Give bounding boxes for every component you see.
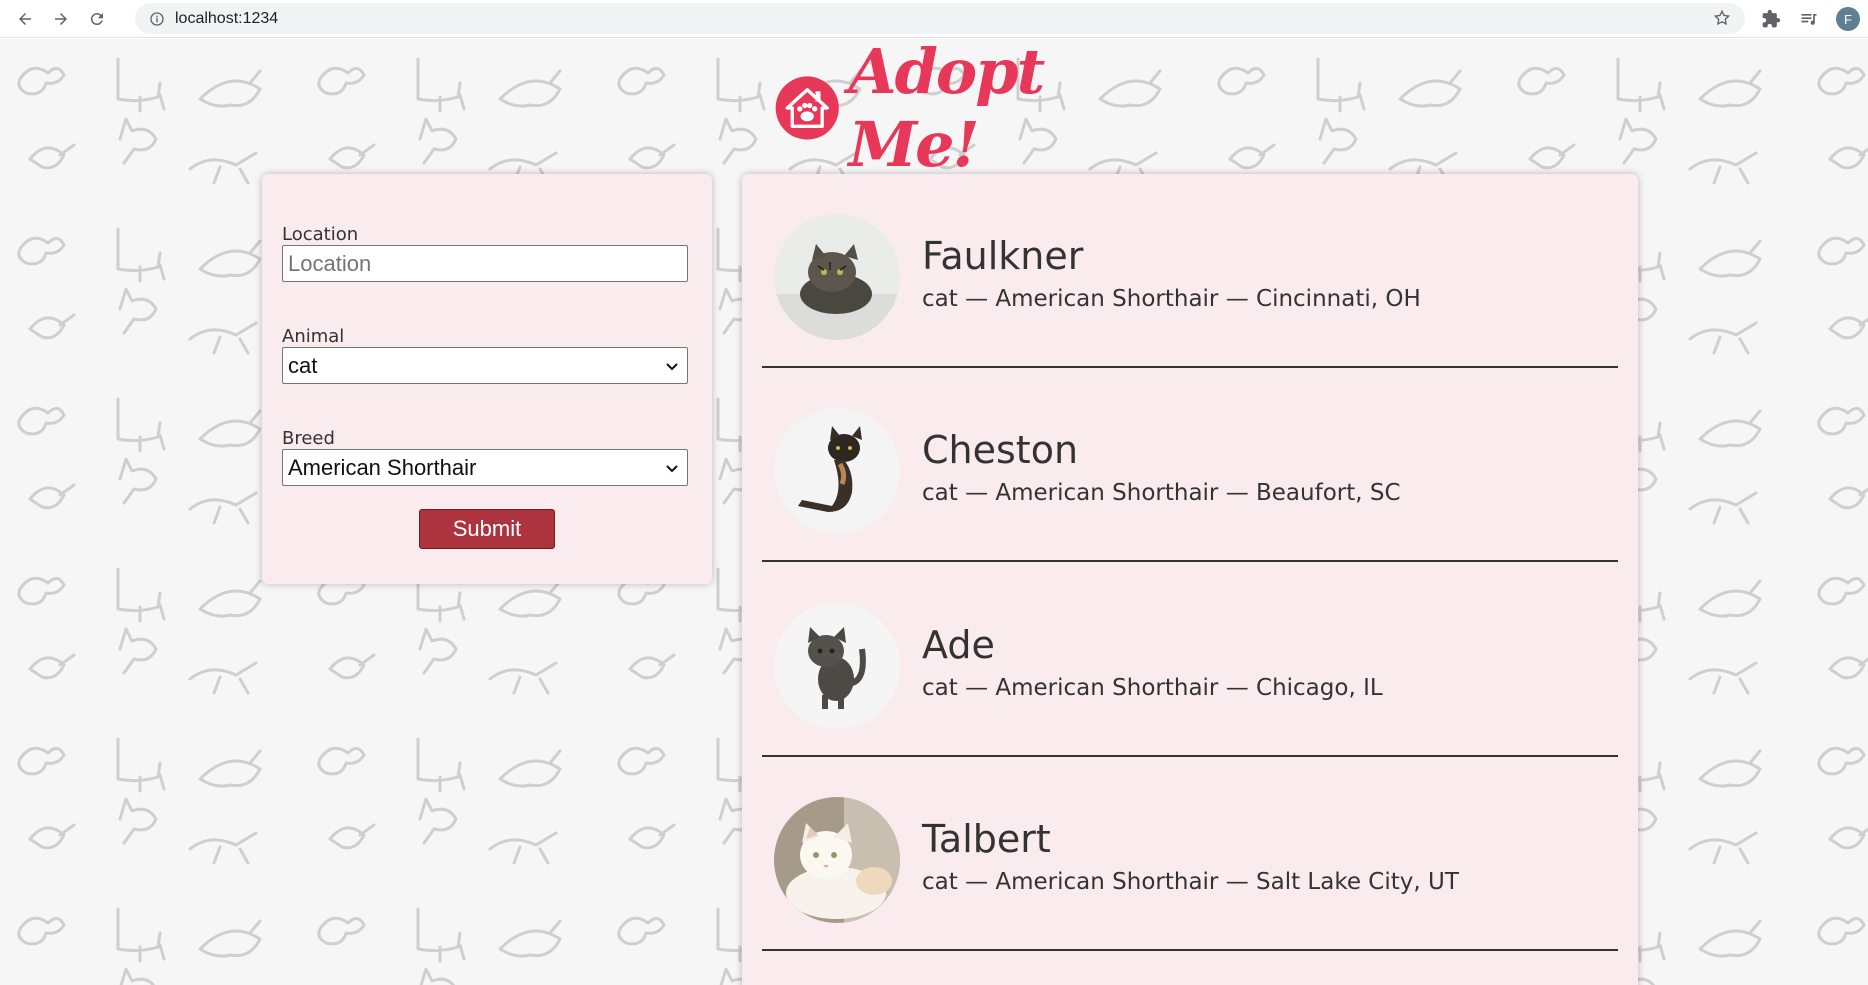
- submit-button[interactable]: Submit: [419, 509, 555, 549]
- pet-name: Cheston: [922, 428, 1079, 472]
- reload-icon[interactable]: [86, 8, 108, 30]
- url-text: localhost:1234: [175, 9, 279, 27]
- pet-name: Talbert: [922, 817, 1051, 861]
- breed-select-value: American Shorthair: [288, 454, 477, 480]
- animal-select-value: cat: [288, 352, 318, 378]
- pet-card[interactable]: Faulkner cat — American Shorthair — Cinc…: [762, 174, 1618, 368]
- location-input[interactable]: Location: [282, 245, 688, 282]
- media-controls-icon[interactable]: [1798, 8, 1820, 30]
- pet-photo: [774, 797, 900, 923]
- pet-card[interactable]: Ade cat — American Shorthair — Chicago, …: [762, 563, 1618, 757]
- adopt-me-logo[interactable]: Adopt Me!: [774, 39, 1134, 181]
- site-info-icon[interactable]: [149, 11, 165, 27]
- page-body: Adopt Me! Location Location Animal cat B…: [0, 39, 1868, 985]
- pet-results-list: Faulkner cat — American Shorthair — Cinc…: [742, 174, 1638, 985]
- bookmark-star-icon[interactable]: [1713, 9, 1731, 27]
- pet-card[interactable]: Talbert cat — American Shorthair — Salt …: [762, 757, 1618, 951]
- forward-icon[interactable]: [50, 8, 72, 30]
- search-form: Location Location Animal cat Breed Ameri…: [262, 174, 712, 584]
- pet-photo: [774, 408, 900, 534]
- pet-name: Ade: [922, 623, 995, 667]
- breed-select[interactable]: American Shorthair: [282, 449, 688, 486]
- location-label: Location: [282, 224, 359, 245]
- pet-details: cat — American Shorthair — Salt Lake Cit…: [922, 869, 1459, 895]
- breed-label: Breed: [282, 428, 335, 449]
- animal-select[interactable]: cat: [282, 347, 688, 384]
- pet-name: Faulkner: [922, 234, 1084, 278]
- location-placeholder: Location: [288, 250, 372, 276]
- pet-details: cat — American Shorthair — Cincinnati, O…: [922, 286, 1421, 312]
- pet-card[interactable]: Cheston cat — American Shorthair — Beauf…: [762, 368, 1618, 562]
- house-paw-logo-icon: [775, 76, 839, 140]
- logo-text: Adopt Me!: [848, 39, 1045, 181]
- browser-toolbar: localhost:1234 F: [0, 0, 1868, 38]
- pet-details: cat — American Shorthair — Beaufort, SC: [922, 480, 1401, 506]
- extensions-puzzle-icon[interactable]: [1760, 8, 1782, 30]
- animal-label: Animal: [282, 326, 345, 347]
- pet-photo: [774, 603, 900, 729]
- chevron-down-icon: [666, 363, 678, 371]
- address-bar[interactable]: localhost:1234: [135, 3, 1745, 34]
- pet-details: cat — American Shorthair — Chicago, IL: [922, 675, 1383, 701]
- back-icon[interactable]: [14, 8, 36, 30]
- profile-avatar[interactable]: F: [1836, 7, 1860, 31]
- pet-photo: [774, 214, 900, 340]
- chevron-down-icon: [666, 465, 678, 473]
